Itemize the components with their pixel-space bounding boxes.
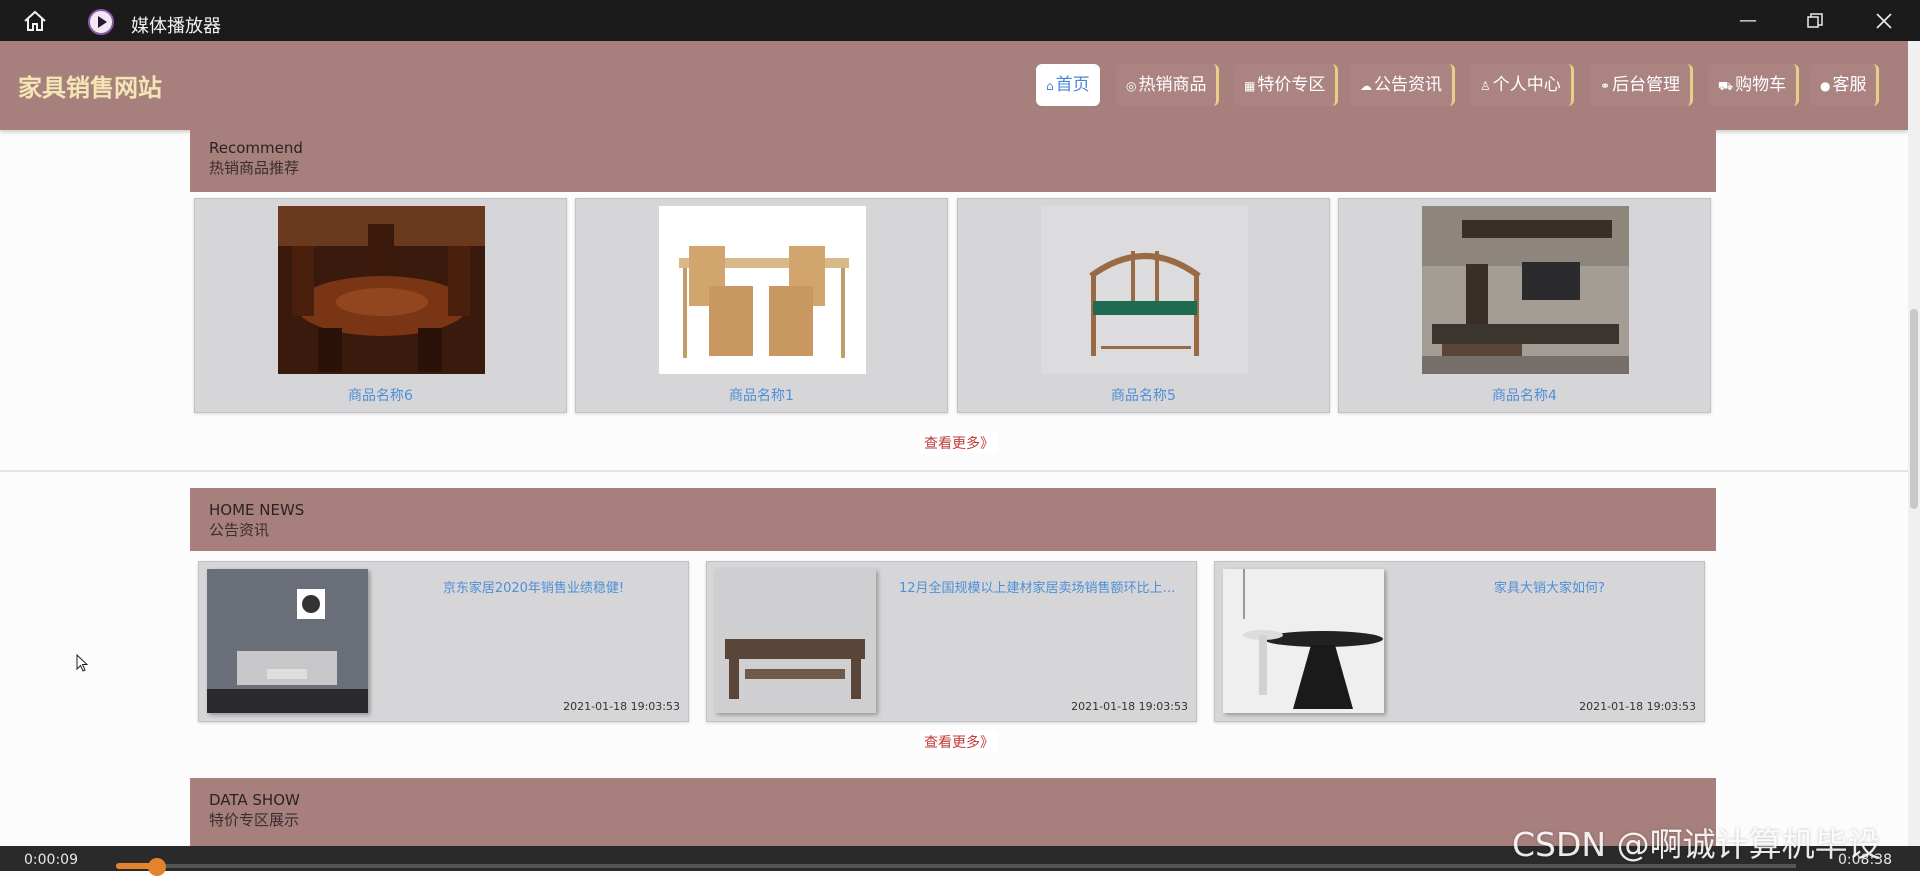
nav-hot-products-label: 热销商品: [1138, 75, 1207, 95]
news-date: 2021-01-18 19:03:53: [1071, 700, 1188, 713]
news-card[interactable]: 家具大销大家如何? 2021-01-18 19:03:53: [1214, 561, 1705, 722]
cloud-icon: ☁: [1360, 79, 1372, 93]
news-date: 2021-01-18 19:03:53: [1579, 700, 1696, 713]
nav-news-label: 公告资讯: [1374, 75, 1442, 95]
product-name[interactable]: 商品名称1: [576, 385, 947, 405]
recommend-header: Recommend 热销商品推荐: [190, 130, 1716, 192]
fire-icon: ◎: [1126, 79, 1137, 93]
media-player-icon: [88, 9, 114, 35]
cart-icon: ⛟: [1718, 79, 1734, 93]
gift-icon: ▦: [1244, 79, 1256, 93]
news-image[interactable]: [715, 569, 876, 713]
datashow-title-cn: 特价专区展示: [209, 811, 300, 829]
news-title-cn: 公告资讯: [209, 521, 270, 539]
news-title[interactable]: 京东家居2020年销售业绩稳健!: [391, 577, 676, 596]
product-name[interactable]: 商品名称4: [1339, 385, 1710, 405]
news-image[interactable]: [207, 569, 368, 713]
product-name[interactable]: 商品名称5: [958, 385, 1329, 405]
recommend-more-link[interactable]: 查看更多》: [920, 432, 998, 454]
product-name[interactable]: 商品名称6: [195, 385, 566, 405]
nav-home[interactable]: ⌂ 首页: [1036, 64, 1100, 106]
chat-icon: ●: [1820, 79, 1831, 93]
recommend-title-en: Recommend: [209, 139, 303, 157]
user-icon: ♙: [1480, 79, 1491, 93]
product-image[interactable]: [1041, 206, 1248, 374]
nav-cart-label: 购物车: [1735, 75, 1787, 95]
mouse-cursor-icon: [76, 654, 88, 672]
site-navbar: 家具销售网站 ⌂ 首页 ◎ 热销商品 ▦ 特价专区 ☁ 公告资讯 ♙ 个人中心 ⚭ 后台管理…: [0, 41, 1908, 130]
nav-user-center-label: 个人中心: [1492, 75, 1561, 95]
close-button[interactable]: [1869, 10, 1899, 32]
nav-special-offers[interactable]: ▦ 特价专区: [1234, 64, 1339, 106]
news-title-en: HOME NEWS: [209, 501, 305, 519]
section-divider: [0, 470, 1908, 472]
close-icon: [1876, 13, 1892, 29]
nav-hot-products[interactable]: ◎ 热销商品: [1116, 64, 1220, 106]
nav-admin[interactable]: ⚭ 后台管理: [1590, 64, 1694, 106]
minimize-button[interactable]: —: [1733, 10, 1763, 32]
news-title[interactable]: 12月全国规模以上建材家居卖场销售额环比上涨...: [899, 577, 1184, 596]
nav-support[interactable]: ● 客服: [1810, 64, 1880, 106]
news-card[interactable]: 12月全国规模以上建材家居卖场销售额环比上涨... 2021-01-18 19:…: [706, 561, 1197, 722]
restore-icon: [1807, 13, 1823, 28]
player-title-bar: 媒体播放器 —: [0, 0, 1920, 41]
nav-news[interactable]: ☁ 公告资讯: [1350, 64, 1455, 106]
news-more-link[interactable]: 查看更多》: [920, 731, 998, 753]
page-scrollbar[interactable]: [1908, 41, 1920, 846]
player-title: 媒体播放器: [131, 16, 221, 37]
seek-handle[interactable]: [148, 858, 166, 876]
news-header: HOME NEWS 公告资讯: [190, 488, 1716, 551]
nav-home-label: 首页: [1055, 75, 1090, 95]
recommend-title-cn: 热销商品推荐: [209, 159, 300, 177]
news-title[interactable]: 家具大销大家如何?: [1407, 577, 1692, 596]
home-outline-icon: ⌂: [1046, 79, 1054, 93]
nav-special-offers-label: 特价专区: [1257, 75, 1326, 95]
product-card[interactable]: 商品名称1: [575, 198, 948, 413]
product-card[interactable]: 商品名称5: [957, 198, 1330, 413]
news-date: 2021-01-18 19:03:53: [563, 700, 680, 713]
datashow-header: DATA SHOW 特价专区展示: [190, 778, 1716, 846]
restore-button[interactable]: [1800, 10, 1830, 32]
news-card[interactable]: 京东家居2020年销售业绩稳健! 2021-01-18 19:03:53: [198, 561, 689, 722]
product-card[interactable]: 商品名称6: [194, 198, 567, 413]
csdn-watermark: CSDN @啊诚计算机毕设: [1512, 825, 1881, 864]
nav-admin-label: 后台管理: [1612, 75, 1681, 95]
datashow-title-en: DATA SHOW: [209, 791, 300, 809]
news-image[interactable]: [1223, 569, 1384, 713]
product-card[interactable]: 商品名称4: [1338, 198, 1711, 413]
product-image[interactable]: [1422, 206, 1629, 374]
product-image[interactable]: [659, 206, 866, 374]
link-icon: ⚭: [1600, 79, 1611, 93]
site-logo[interactable]: 家具销售网站: [18, 68, 162, 103]
home-icon[interactable]: [22, 10, 48, 32]
nav-user-center[interactable]: ♙ 个人中心: [1470, 64, 1574, 106]
product-image[interactable]: [278, 206, 485, 374]
current-time: 0:00:09: [24, 852, 78, 868]
scrollbar-thumb[interactable]: [1910, 309, 1918, 509]
nav-support-label: 客服: [1832, 75, 1867, 95]
nav-cart[interactable]: ⛟ 购物车: [1708, 64, 1800, 106]
